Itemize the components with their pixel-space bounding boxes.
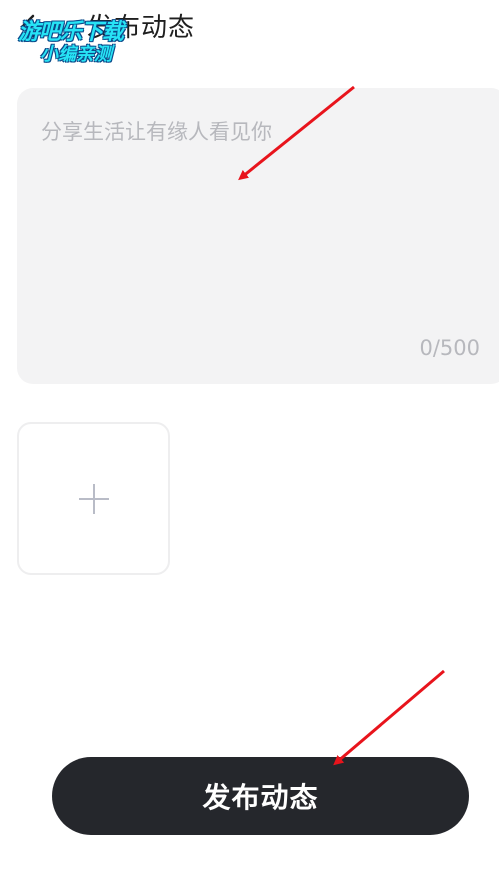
publish-button[interactable]: 发布动态 bbox=[52, 757, 469, 835]
header-bar: 发布动态 bbox=[0, 0, 499, 60]
add-image-button[interactable] bbox=[17, 422, 170, 575]
page-title: 发布动态 bbox=[87, 13, 196, 43]
back-button[interactable] bbox=[14, 12, 42, 40]
plus-icon bbox=[78, 483, 109, 514]
char-counter: 0/500 bbox=[419, 336, 480, 360]
post-content-box: 0/500 bbox=[17, 88, 499, 384]
annotation-arrow-publish bbox=[333, 669, 445, 766]
chevron-left-icon bbox=[21, 14, 35, 38]
